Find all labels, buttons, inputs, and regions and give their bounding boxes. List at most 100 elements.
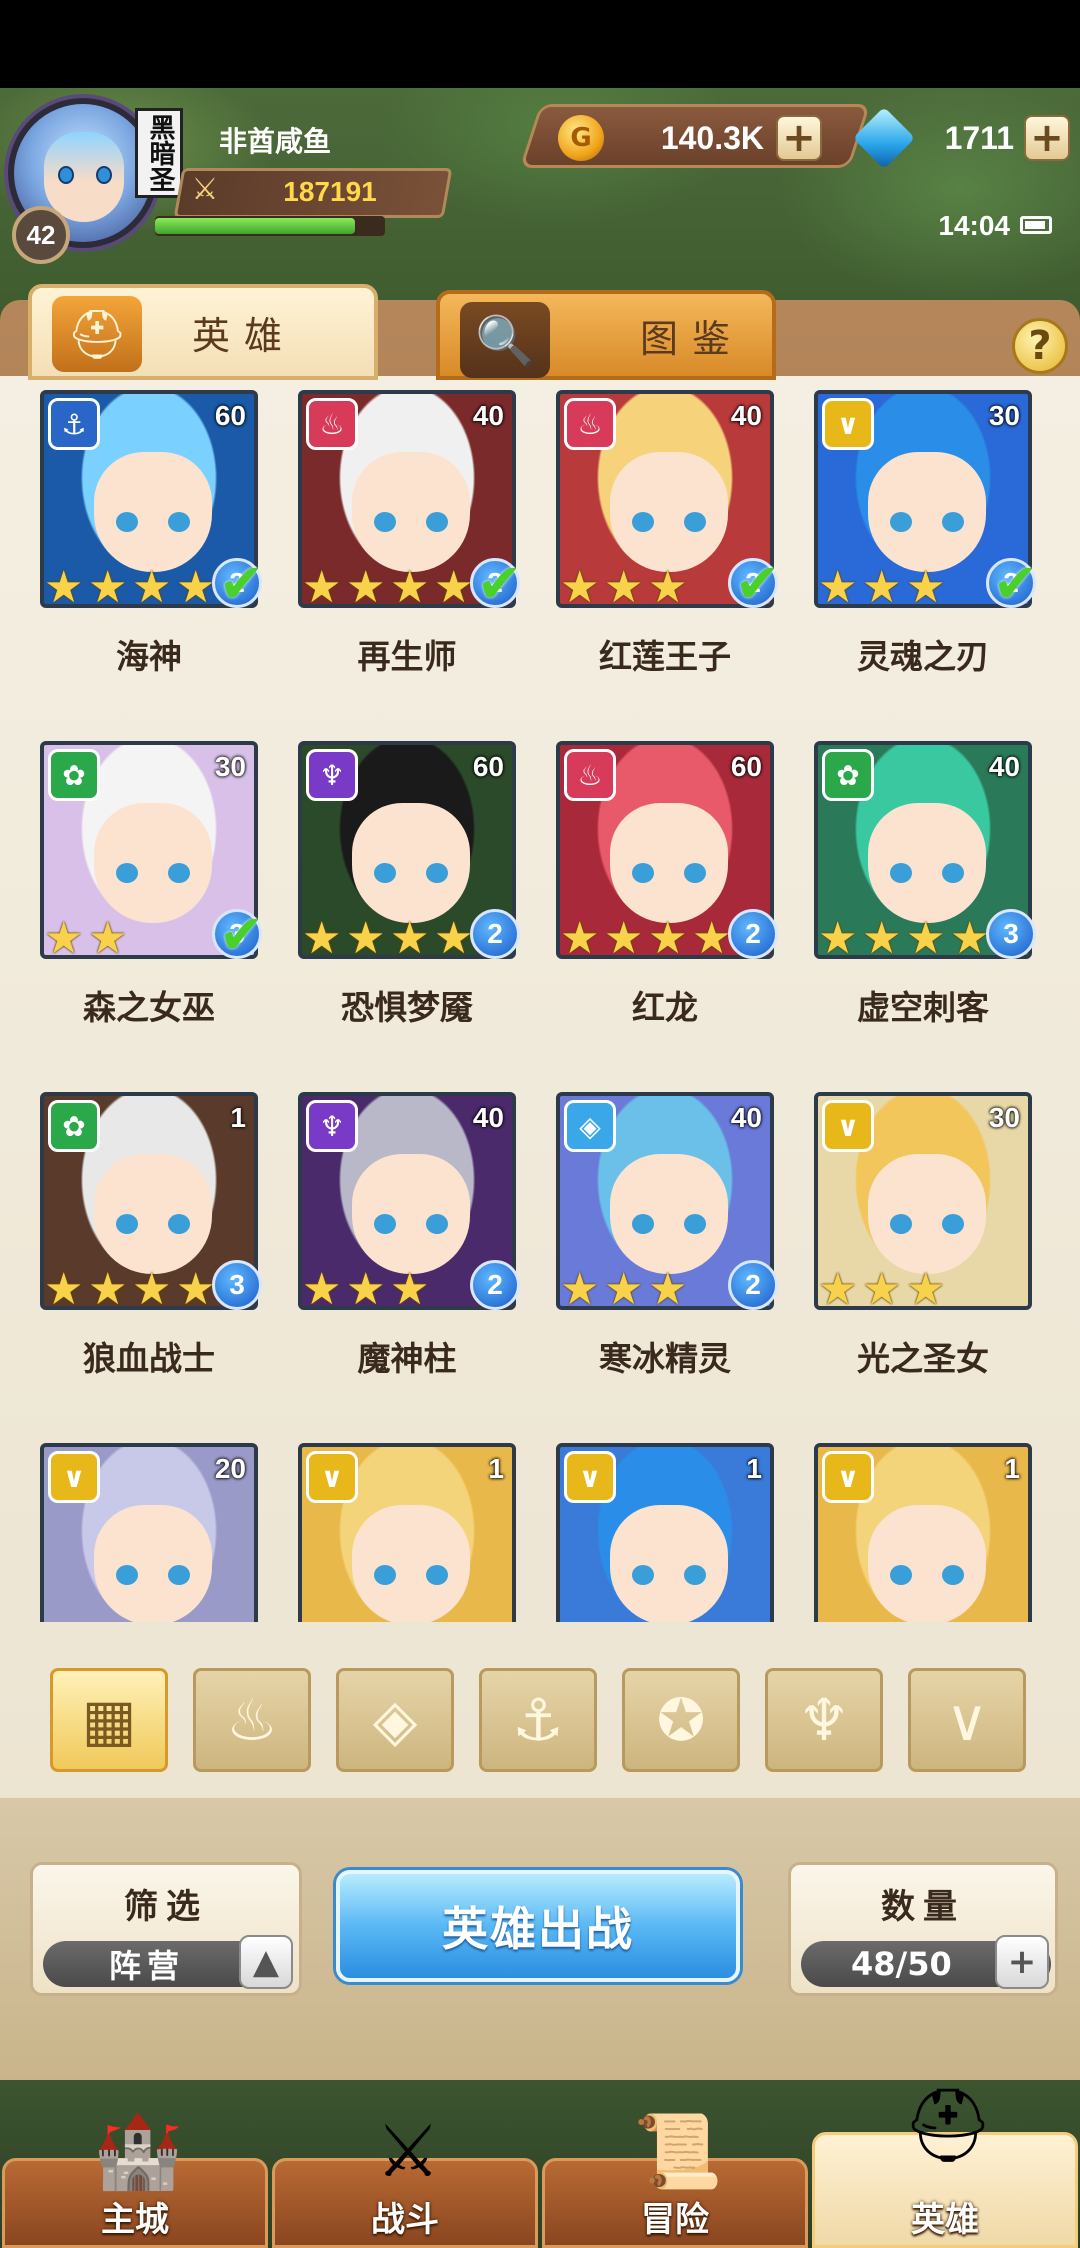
avatar-left-eye [58, 166, 74, 184]
deployed-check-icon: ✔ [218, 903, 264, 966]
fire-element-icon: ♨ [226, 1686, 278, 1754]
ice-element-icon: ◈ [564, 1100, 616, 1152]
nav-heroes[interactable]: ⛑ 英雄 [812, 2083, 1078, 2248]
hero-eyes [890, 512, 964, 532]
hero-card[interactable]: ✿ 30 ★ ★ 3 ✔ 森之女巫 [40, 741, 264, 1041]
add-gems-button[interactable]: + [1024, 115, 1070, 161]
filter-wolf-button[interactable]: ✪ [622, 1668, 740, 1772]
hero-card[interactable]: ◈ 40 ★ ★ ★ 2 寒冰精灵 [556, 1092, 778, 1392]
ice-element-icon: ◈ [372, 1686, 418, 1754]
nature-element-icon: ✿ [822, 749, 874, 801]
help-button[interactable]: ? [1012, 318, 1068, 374]
star-icon: ★ [132, 1264, 172, 1310]
hero-stars: ★ ★ ★ ★ [560, 913, 736, 959]
star-icon: ★ [560, 562, 600, 608]
filter-fire-element-button[interactable]: ♨ [193, 1668, 311, 1772]
star-icon: ★ [88, 562, 128, 608]
hero-level: 60 [214, 400, 246, 431]
star-icon: ★ [818, 913, 858, 959]
hero-card[interactable]: ♆ 60 ★ ★ ★ ★ 2 恐惧梦魇 [298, 741, 520, 1041]
hero-level: 20 [214, 1453, 246, 1484]
hero-card[interactable]: ♆ 40 ★ ★ ★ 2 魔神柱 [298, 1092, 520, 1392]
hero-stars: ★ ★ ★ [560, 562, 692, 608]
hero-eyes [632, 512, 706, 532]
hero-eyes [632, 863, 706, 883]
hero-card[interactable]: ♨ 60 ★ ★ ★ ★ 2 红龙 [556, 741, 778, 1041]
hero-card[interactable]: ✿ 40 ★ ★ ★ ★ 3 虚空刺客 [814, 741, 1036, 1041]
hero-card[interactable]: ∨ 1 [814, 1443, 1032, 1622]
hero-eyes [374, 863, 448, 883]
star-icon: ★ [560, 913, 600, 959]
add-gold-button[interactable]: + [776, 115, 822, 161]
nav-label: 英雄 [911, 2200, 979, 2240]
nav-adventure[interactable]: 📜 冒险 [542, 2109, 808, 2248]
gold-coin-icon: G [558, 115, 604, 161]
hero-eyes [116, 1214, 190, 1234]
gem-row: 1711 + [852, 106, 1072, 170]
nav-label: 主城 [101, 2200, 169, 2240]
star-icon: ★ [390, 1264, 430, 1310]
hero-eyes [116, 512, 190, 532]
star-icon: ★ [648, 562, 688, 608]
xp-bar [155, 216, 385, 236]
player-level-badge: 42 [12, 206, 70, 264]
power-value: 187191 [283, 176, 377, 207]
hero-card[interactable]: ♨ 40 ★ ★ ★ 2 ✔ 红莲王子 [556, 390, 780, 690]
filter-grid-button[interactable]: ▦ [50, 1668, 168, 1772]
grid-icon: ▦ [81, 1686, 137, 1754]
hero-rank-badge: 3 [986, 909, 1036, 959]
star-icon: ★ [862, 562, 902, 608]
deploy-heroes-button[interactable]: 英雄出战 [336, 1870, 740, 1982]
hero-card[interactable]: ✿ 1 ★ ★ ★ ★ 3 狼血战士 [40, 1092, 262, 1392]
hero-level: 40 [730, 400, 762, 431]
star-icon: ★ [604, 1264, 644, 1310]
fire-element-icon: ♨ [564, 749, 616, 801]
tab-heroes-label: 英雄 [192, 313, 297, 358]
hero-portrait: ∨ 30 ★ ★ ★ [814, 1092, 1032, 1310]
hero-card[interactable]: ∨ 30 ★ ★ ★ 2 ✔ 灵魂之刃 [814, 390, 1038, 690]
filter-ice-element-button[interactable]: ◈ [336, 1668, 454, 1772]
hero-rank-badge: 3 [212, 1260, 262, 1310]
star-icon: ★ [604, 562, 644, 608]
expand-slots-button[interactable]: + [995, 1935, 1049, 1989]
nav-home[interactable]: 🏰 主城 [2, 2109, 268, 2248]
tab-heroes[interactable]: ⛑ 英雄 [28, 284, 378, 380]
hero-name: 灵魂之刃 [857, 637, 989, 676]
filter-light-chevron-button[interactable]: ∨ [908, 1668, 1026, 1772]
star-icon: ★ [346, 1264, 386, 1310]
filter-anchor-button[interactable]: ⚓ [479, 1668, 597, 1772]
star-icon: ★ [862, 913, 902, 959]
hero-eyes [890, 1214, 964, 1234]
hero-card[interactable]: ♨ 40 ★ ★ ★ ★ 2 ✔ 再生师 [298, 390, 522, 690]
filter-dark-horns-button[interactable]: ♆ [765, 1668, 883, 1772]
hero-card[interactable]: ∨ 20 [40, 1443, 258, 1622]
hero-card[interactable]: ⚓ 60 ★ ★ ★ ★ 2 ✔ 海神 [40, 390, 264, 690]
nav-battle[interactable]: ⚔ 战斗 [272, 2109, 538, 2248]
hero-portrait: ∨ 1 [556, 1443, 774, 1622]
hero-portrait: ∨ 20 [40, 1443, 258, 1622]
hero-stars: ★ ★ [44, 917, 132, 956]
light-element-icon: ∨ [564, 1451, 616, 1503]
deployed-check-icon: ✔ [734, 552, 780, 615]
tab-codex[interactable]: 🔍 图鉴 [436, 290, 776, 380]
hero-level: 30 [988, 400, 1020, 431]
hero-eyes [632, 1214, 706, 1234]
star-icon: ★ [302, 562, 342, 608]
anchor-icon: ⚓ [512, 1686, 564, 1754]
diamond-icon [852, 106, 916, 170]
tab-codex-label: 图鉴 [640, 316, 745, 361]
hero-card[interactable]: ∨ 30 ★ ★ ★ 光之圣女 [814, 1092, 1032, 1392]
hero-card[interactable]: ∨ 1 [298, 1443, 516, 1622]
star-icon: ★ [906, 562, 946, 608]
deployed-check-icon: ✔ [218, 552, 264, 615]
light-element-icon: ∨ [822, 398, 874, 450]
light-element-icon: ∨ [48, 1451, 100, 1503]
star-icon: ★ [390, 562, 430, 608]
hero-card[interactable]: ∨ 1 [556, 1443, 774, 1622]
filter-expand-button[interactable]: ▲ [239, 1935, 293, 1989]
hero-stars: ★ ★ ★ ★ [302, 562, 478, 608]
hero-name: 狼血战士 [83, 1339, 215, 1378]
nature-element-icon: ✿ [48, 1100, 100, 1152]
hero-eyes [890, 863, 964, 883]
hero-name: 海神 [116, 637, 182, 676]
